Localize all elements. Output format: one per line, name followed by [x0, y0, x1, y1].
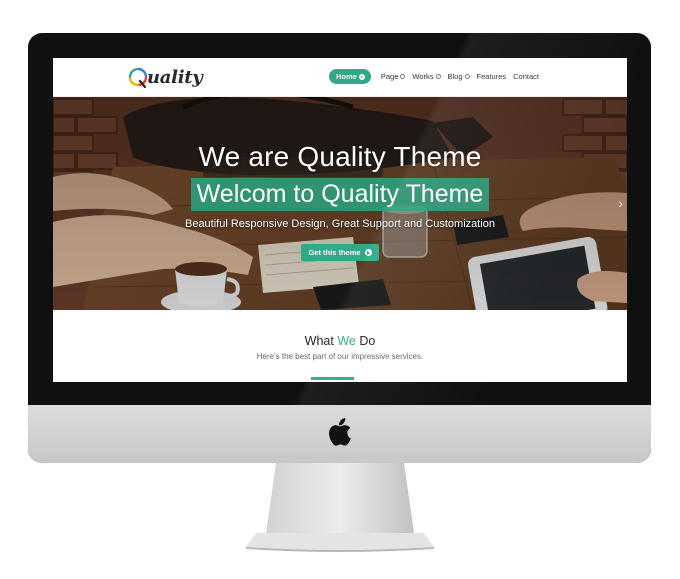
- nav-item-label: Page: [380, 72, 399, 81]
- get-theme-button-label: Get this theme: [308, 248, 361, 257]
- monitor-chin: [28, 405, 651, 463]
- services-title: What We Do: [53, 334, 627, 348]
- nav-item-blog[interactable]: Blog: [448, 69, 470, 84]
- dropdown-indicator-icon: [358, 73, 365, 80]
- nav-item-label: Blog: [447, 72, 463, 81]
- nav-item-home[interactable]: Home: [329, 69, 371, 84]
- section-divider: [311, 377, 354, 380]
- nav-item-label: Home: [336, 72, 357, 81]
- arrow-circle-icon: [364, 249, 372, 256]
- nav-item-works[interactable]: Works: [412, 69, 441, 84]
- site-logo[interactable]: uality: [128, 64, 203, 90]
- hero-slider: We are Quality Theme Welcom to Quality T…: [53, 97, 627, 310]
- monitor-frame: uality Home Page Works Blog Features Con…: [28, 33, 651, 463]
- hero-tagline: Beautiful Responsive Design, Great Suppo…: [184, 218, 495, 230]
- nav-item-label: Contact: [513, 72, 539, 81]
- dropdown-indicator-icon: [464, 74, 470, 79]
- monitor-stand: [246, 463, 434, 553]
- dropdown-indicator-icon: [435, 74, 441, 79]
- nav-item-features[interactable]: Features: [477, 69, 507, 84]
- services-title-suffix: Do: [355, 334, 376, 348]
- hero-subtitle: Welcom to Quality Theme: [190, 178, 490, 211]
- website-screen: uality Home Page Works Blog Features Con…: [53, 58, 627, 382]
- dropdown-indicator-icon: [400, 74, 406, 79]
- chevron-right-icon[interactable]: ›: [618, 195, 623, 211]
- logo-q-icon: [128, 67, 148, 88]
- hero-subtitle-wrap: Welcom to Quality Theme: [53, 178, 627, 211]
- apple-logo-icon: [329, 418, 351, 446]
- hero-title: We are Quality Theme: [198, 141, 482, 172]
- nav-item-contact[interactable]: Contact: [513, 69, 539, 84]
- services-section: What We Do Here's the best part of our i…: [53, 310, 627, 382]
- services-title-prefix: What: [304, 334, 338, 348]
- main-menu: Home Page Works Blog Features Contact: [329, 69, 546, 84]
- logo-text: uality: [147, 66, 203, 88]
- services-description: Here's the best part of our impressive s…: [256, 352, 424, 361]
- get-theme-button[interactable]: Get this theme: [301, 244, 379, 261]
- hero-button-wrap: Get this theme: [53, 242, 627, 261]
- services-title-accent: We: [337, 334, 356, 348]
- nav-item-page[interactable]: Page: [381, 69, 406, 84]
- nav-item-label: Works: [412, 72, 434, 81]
- nav-item-label: Features: [476, 72, 507, 81]
- navbar: uality Home Page Works Blog Features Con…: [53, 58, 627, 97]
